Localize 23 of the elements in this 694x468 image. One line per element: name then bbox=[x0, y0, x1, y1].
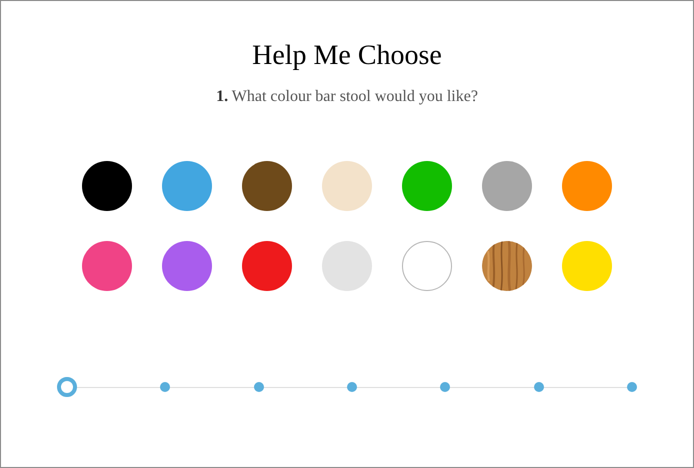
colour-swatch[interactable] bbox=[242, 161, 292, 211]
colour-swatch[interactable] bbox=[402, 241, 452, 291]
progress-step[interactable] bbox=[440, 382, 450, 392]
progress-step[interactable] bbox=[346, 382, 357, 392]
colour-swatch[interactable] bbox=[162, 241, 212, 291]
colour-swatch[interactable] bbox=[322, 161, 372, 211]
progress-step[interactable] bbox=[626, 382, 637, 392]
colour-swatch[interactable] bbox=[82, 161, 132, 211]
colour-swatch[interactable] bbox=[242, 241, 292, 291]
wood-swatch[interactable] bbox=[482, 241, 532, 291]
progress-step[interactable] bbox=[534, 382, 544, 392]
colour-swatch[interactable] bbox=[562, 241, 612, 291]
progress-step[interactable] bbox=[57, 377, 77, 397]
colour-swatch[interactable] bbox=[322, 241, 372, 291]
colour-swatch[interactable] bbox=[562, 161, 612, 211]
colour-swatch[interactable] bbox=[482, 161, 532, 211]
progress-step[interactable] bbox=[160, 382, 170, 392]
progress-step[interactable] bbox=[254, 382, 264, 392]
page-title: Help Me Choose bbox=[252, 39, 442, 73]
colour-swatch[interactable] bbox=[162, 161, 212, 211]
question-text: 1. What colour bar stool would you like? bbox=[216, 87, 478, 107]
colour-swatch[interactable] bbox=[402, 161, 452, 211]
colour-swatch[interactable] bbox=[82, 241, 132, 291]
